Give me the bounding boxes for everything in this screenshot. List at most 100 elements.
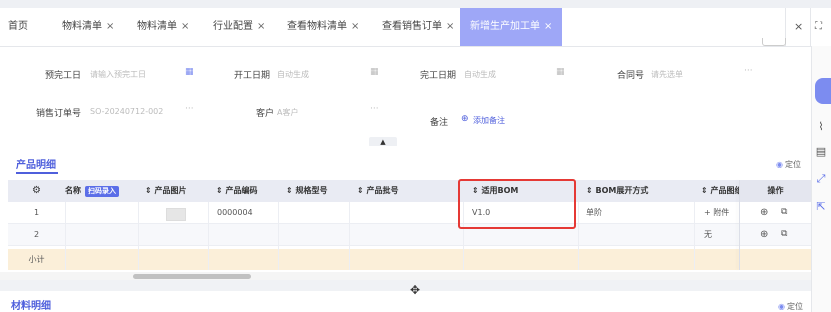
- table-row: [8, 224, 811, 246]
- col-actions: 操作: [740, 180, 811, 202]
- col-batch[interactable]: ⇕ 产品批号: [357, 180, 399, 202]
- scrollbar-thumb[interactable]: [133, 274, 251, 279]
- remark-label: 备注: [430, 118, 449, 128]
- tab-new-production-order[interactable]: 新增生产加工单 ×: [460, 8, 563, 46]
- bom-expand-mode[interactable]: 单阶: [586, 202, 602, 223]
- col-label: BOM展开方式: [595, 186, 649, 195]
- assistant-icon[interactable]: [815, 78, 831, 104]
- sort-icon: ⇕: [145, 186, 152, 195]
- copy-row-icon[interactable]: ⧉: [781, 202, 787, 223]
- tab-view-sales-order[interactable]: 查看销售订单 ×: [382, 8, 454, 46]
- scan-entry-button[interactable]: 扫码录入: [85, 186, 119, 197]
- col-image[interactable]: ⇕ 产品图片: [145, 180, 187, 202]
- tab-bar: 首页 物料清单 × 物料清单 × 行业配置 × 查看物料清单 × 查看销售订单 × 新增生…: [0, 8, 831, 47]
- top-strip: [0, 0, 831, 8]
- divider: [810, 8, 811, 46]
- add-row-icon[interactable]: ⊕: [760, 202, 768, 223]
- material-locate-link[interactable]: ◉ 定位: [778, 301, 803, 312]
- start-date-input: 自动生成: [277, 70, 309, 79]
- tab-label: 物料清单: [62, 21, 102, 32]
- tab-bom-list-1[interactable]: 物料清单 ×: [62, 8, 114, 46]
- add-attachment-link[interactable]: + 附件: [704, 202, 729, 223]
- paperclip-icon[interactable]: ⌇: [812, 120, 830, 133]
- export-icon[interactable]: ⇱: [812, 200, 830, 213]
- close-icon[interactable]: ×: [544, 21, 552, 32]
- col-divider: [65, 202, 66, 270]
- col-label: 产品批号: [366, 186, 399, 195]
- contract-no-input[interactable]: 请先选单: [651, 69, 683, 80]
- col-spec[interactable]: ⇕ 规格型号: [286, 180, 328, 202]
- tab-view-bom[interactable]: 查看物料清单 ×: [287, 8, 359, 46]
- product-image-thumbnail[interactable]: [166, 208, 186, 221]
- col-label: 规格型号: [295, 186, 328, 195]
- due-date-input[interactable]: 请输入预完工日: [90, 69, 146, 80]
- tab-label: 查看物料清单: [287, 21, 347, 32]
- tab-label: 首页: [8, 21, 28, 32]
- table-header: [8, 180, 811, 202]
- close-all-icon[interactable]: ×: [794, 8, 803, 46]
- product-code[interactable]: 0000004: [217, 202, 253, 223]
- tab-bom-list-2[interactable]: 物料清单 ×: [137, 8, 189, 46]
- contract-no-label: 合同号: [617, 71, 645, 81]
- sort-icon: ⇕: [216, 186, 223, 195]
- drawing-none: 无: [704, 230, 712, 239]
- col-label: 名称: [65, 186, 81, 195]
- col-divider: [349, 202, 350, 270]
- more-icon[interactable]: ···: [370, 104, 379, 114]
- tab-label: 行业配置: [213, 21, 253, 32]
- start-date-label: 开工日期: [234, 71, 271, 81]
- col-divider: [278, 202, 279, 270]
- finish-date-input: 自动生成: [464, 70, 496, 79]
- due-date-label: 预完工日: [45, 71, 82, 81]
- col-drawing[interactable]: ⇕ 产品图纸: [701, 180, 739, 202]
- customer-label: 客户: [256, 109, 275, 119]
- col-bom-expand[interactable]: ⇕ BOM展开方式: [586, 180, 649, 202]
- section-underline: [16, 172, 58, 174]
- close-icon[interactable]: ×: [257, 21, 265, 32]
- highlight-box: [458, 179, 576, 229]
- calendar-icon[interactable]: ▦: [185, 67, 194, 77]
- finish-date-label: 完工日期: [420, 71, 457, 81]
- more-icon[interactable]: ···: [185, 104, 194, 114]
- close-icon[interactable]: ×: [351, 21, 359, 32]
- locate-label: 定位: [786, 302, 803, 311]
- copy-row-icon[interactable]: ⧉: [781, 224, 787, 245]
- locate-link[interactable]: ◉ 定位: [776, 159, 801, 170]
- col-code[interactable]: ⇕ 产品编码: [216, 180, 258, 202]
- subtotal-label: 小计: [28, 255, 45, 264]
- more-icon[interactable]: ···: [744, 66, 753, 76]
- locate-label: 定位: [784, 160, 801, 169]
- calendar-icon: ▦: [556, 67, 565, 77]
- resize-handle-icon[interactable]: ✥: [410, 283, 420, 297]
- document-icon[interactable]: ▤: [812, 145, 830, 158]
- customer-input[interactable]: A客户: [277, 107, 298, 118]
- add-row-icon[interactable]: ⊕: [760, 224, 768, 245]
- col-divider: [694, 202, 695, 270]
- add-remark-icon[interactable]: ⊕: [461, 114, 469, 124]
- tab-industry-config[interactable]: 行业配置 ×: [213, 8, 265, 46]
- table-row: [8, 202, 811, 224]
- sort-icon: ⇕: [357, 186, 364, 195]
- col-divider: [138, 202, 139, 270]
- settings-icon[interactable]: ⚙: [8, 180, 65, 202]
- close-icon[interactable]: ×: [181, 21, 189, 32]
- col-label: 产品图纸: [710, 186, 740, 195]
- product-section-title: 产品明细: [16, 160, 56, 171]
- sort-icon: ⇕: [286, 186, 293, 195]
- close-icon[interactable]: ×: [446, 21, 454, 32]
- partial-input: [762, 38, 786, 46]
- fullscreen-icon[interactable]: ⛶: [815, 8, 822, 46]
- tab-label: 查看销售订单: [382, 21, 442, 32]
- close-icon[interactable]: ×: [106, 21, 114, 32]
- horizontal-scrollbar[interactable]: [0, 272, 811, 280]
- sales-order-input[interactable]: SO-20240712-002: [90, 107, 163, 116]
- add-remark-link[interactable]: 添加备注: [473, 115, 505, 126]
- tab-home[interactable]: 首页: [8, 8, 28, 46]
- subtotal-row: [8, 249, 811, 270]
- material-section-title: 材料明细: [11, 301, 51, 312]
- tab-label: 新增生产加工单: [470, 21, 540, 32]
- calendar-icon: ▦: [370, 67, 379, 77]
- col-divider: [578, 202, 579, 270]
- fixed-col-divider: [739, 180, 740, 270]
- expand-icon[interactable]: ⤢: [812, 172, 830, 186]
